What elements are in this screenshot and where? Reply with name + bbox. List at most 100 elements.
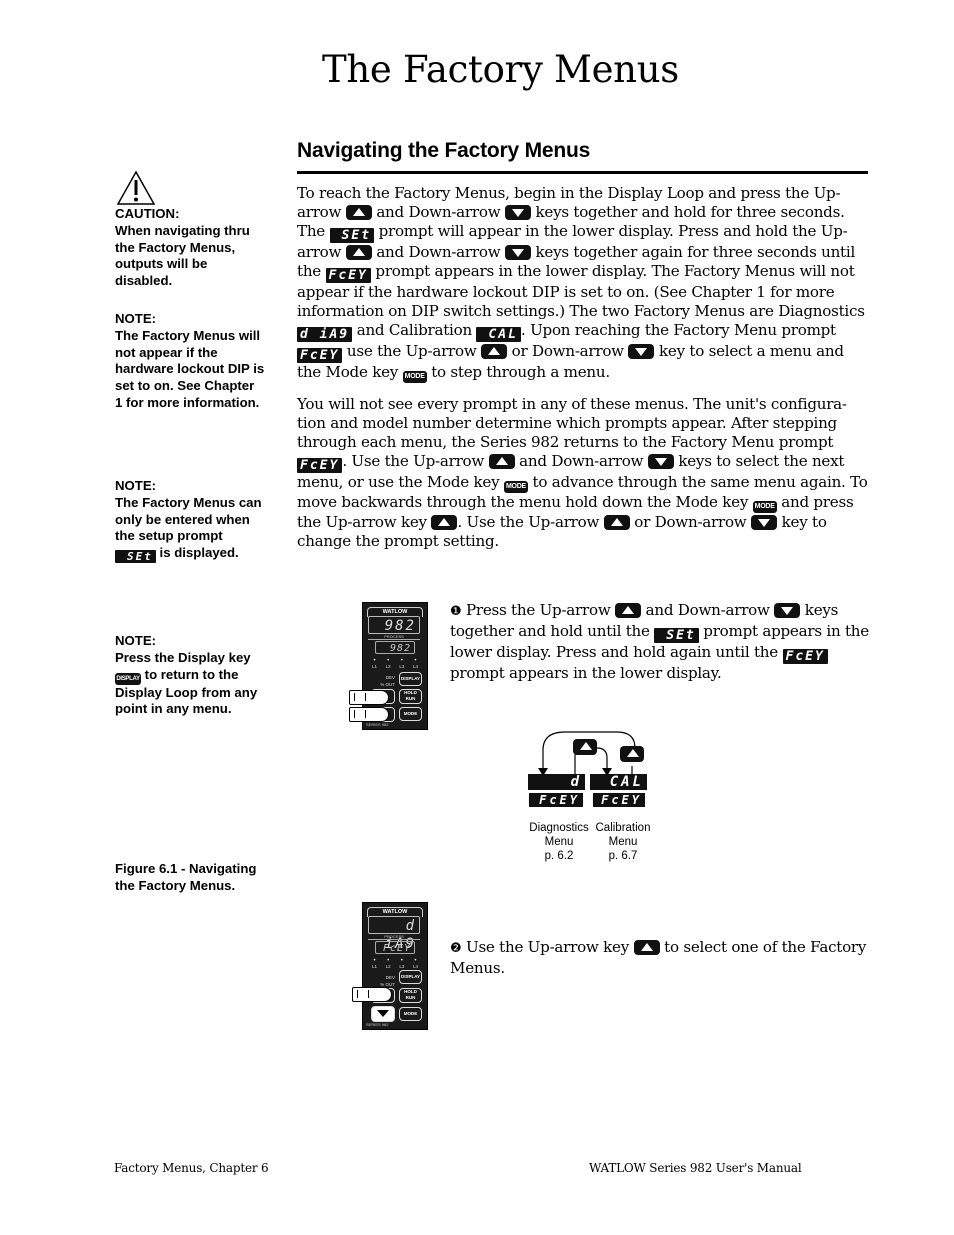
hold-run-button: HOLD RUN xyxy=(399,988,422,1003)
diag-lower-lcd: FcEY xyxy=(529,793,583,807)
display-button: DISPLAY xyxy=(399,672,422,686)
fcty-prompt-lcd: FcEY xyxy=(297,458,343,474)
cal-upper-lcd: CAL xyxy=(590,774,647,790)
down-arrow-key-icon xyxy=(774,603,801,618)
up-arrow-key-icon xyxy=(603,515,630,531)
out-label: % OUT xyxy=(380,682,395,687)
note-setup-prompt: NOTE: The Factory Menus can only be ente… xyxy=(115,478,265,564)
controller-illustration-step2: WATLOW d iA9 PROCESS FcEY L1 L2 L3 L4 DE… xyxy=(362,902,428,1030)
fcty-prompt-lcd: FcEY xyxy=(782,648,828,664)
up-arrow-key-icon xyxy=(431,515,458,531)
dev-label: DEV xyxy=(385,675,395,680)
label-line: Calibration xyxy=(595,822,651,834)
text: Use the Up-arrow key xyxy=(465,938,630,956)
led-l2: L2 xyxy=(386,959,391,969)
section-heading: Navigating the Factory Menus xyxy=(297,139,591,162)
down-arrow-key-icon xyxy=(751,515,778,531)
diag-upper-lcd: d iA9 xyxy=(528,774,585,806)
finger-pressing-up-icon xyxy=(352,987,392,1002)
display-key-icon: DISPLAY xyxy=(115,672,141,685)
led-l2: L2 xyxy=(386,659,391,669)
note-display-key: NOTE: Press the Display key DISPLAY to r… xyxy=(115,633,265,718)
run-label: RUN xyxy=(405,995,416,1000)
down-arrow-key-icon xyxy=(504,205,531,221)
led-l1: L1 xyxy=(372,659,377,669)
text: and Down-arrow xyxy=(519,452,644,471)
note-text-a: The Factory Menus can only be entered wh… xyxy=(115,494,262,544)
up-arrow-key-icon xyxy=(345,205,372,221)
up-arrow-key-icon xyxy=(620,746,644,762)
text: . Use the Up-arrow xyxy=(342,452,485,471)
up-arrow-key-icon xyxy=(345,245,372,261)
set-prompt-lcd: SEt xyxy=(654,627,699,643)
down-arrow-button xyxy=(371,1006,395,1022)
caution-block: CAUTION: When navigating thru the Factor… xyxy=(115,170,265,290)
mode-key-icon: MODE xyxy=(503,481,528,494)
set-prompt-lcd: SEt xyxy=(115,550,156,564)
cal-lower-lcd: FcEY xyxy=(593,793,645,807)
text: to step through a menu. xyxy=(431,363,610,382)
note-text: The Factory Menus will not appear if the… xyxy=(115,327,265,410)
text: Press the Up-arrow xyxy=(465,601,611,619)
display-button: DISPLAY xyxy=(399,970,422,984)
finger-pressing-up-icon xyxy=(349,690,389,705)
led-l3: L3 xyxy=(399,659,404,669)
text: prompt appears in the lower display. xyxy=(450,663,722,682)
text: prompt appears in the lower display. The… xyxy=(297,262,865,321)
up-arrow-key-icon xyxy=(488,454,515,470)
process-label: PROCESS xyxy=(368,934,420,940)
down-arrow-icon xyxy=(377,1010,389,1017)
fcty-prompt-lcd: FcEY xyxy=(297,348,343,364)
note-title: NOTE: xyxy=(115,633,157,648)
text: . Upon reaching the Factory Menu prompt xyxy=(520,321,836,340)
up-arrow-key-icon xyxy=(481,344,508,360)
label-line: Menu xyxy=(608,836,638,848)
up-arrow-key-icon xyxy=(633,940,660,955)
lower-display: FcEY xyxy=(375,941,415,954)
note-title: NOTE: xyxy=(115,478,157,493)
footer-chapter: Factory Menus, Chapter 6 xyxy=(114,1161,269,1175)
cal-prompt-lcd: CAL xyxy=(476,327,521,343)
lower-display: 982 xyxy=(375,641,415,654)
footer-manual-title: WATLOW Series 982 User's Manual xyxy=(589,1161,802,1175)
text: and Down-arrow xyxy=(645,601,770,619)
menus-paragraph: You will not see every prompt in any of … xyxy=(297,395,872,551)
label-line: Menu xyxy=(544,836,574,848)
text: or Down-arrow xyxy=(634,513,747,532)
text: and Down-arrow xyxy=(376,243,501,262)
note-text: The Factory Menus can only be entered wh… xyxy=(115,494,265,564)
series-label: SERIES 982 xyxy=(366,1022,389,1027)
down-arrow-key-icon xyxy=(504,245,531,261)
dev-out-labels: DEV % OUT xyxy=(373,974,395,988)
down-arrow-key-icon xyxy=(647,454,674,470)
text: and Down-arrow xyxy=(376,203,501,222)
label-line: Diagnostics xyxy=(529,822,589,834)
dev-label: DEV xyxy=(385,975,395,980)
mode-key-icon: MODE xyxy=(402,371,427,384)
mode-button: MODE xyxy=(399,707,422,721)
series-label: SERIES 982 xyxy=(366,722,389,727)
caution-title: CAUTION: xyxy=(115,206,180,221)
mode-key-icon: MODE xyxy=(752,501,777,514)
dev-out-labels: DEV % OUT xyxy=(373,674,395,688)
down-arrow-key-icon xyxy=(628,344,655,360)
text: You will not see every prompt in any of … xyxy=(297,395,847,452)
set-prompt-lcd: SEt xyxy=(329,228,375,244)
run-label: RUN xyxy=(405,696,416,701)
note-text-a: Press the Display key xyxy=(115,649,251,665)
finger-pressing-down-icon xyxy=(349,707,389,722)
caution-text: When navigating thru the Factory Menus, … xyxy=(115,222,250,289)
process-label: PROCESS xyxy=(368,634,420,640)
led-row: L1 L2 L3 L4 xyxy=(372,659,418,669)
note-title: NOTE: xyxy=(115,311,157,326)
text: or Down-arrow xyxy=(511,342,624,361)
intro-paragraph: To reach the Factory Menus, begin in the… xyxy=(297,184,872,384)
up-arrow-key-icon xyxy=(573,739,597,755)
hold-run-button: HOLD RUN xyxy=(399,689,422,704)
step1-instruction: ❶ Press the Up-arrow and Down-arrow keys… xyxy=(450,601,870,683)
led-row: L1 L2 L3 L4 xyxy=(372,959,418,969)
text: use the Up-arrow xyxy=(346,342,477,361)
text: . Use the Up-arrow xyxy=(457,513,600,532)
heading-rule xyxy=(297,171,868,174)
caution-triangle-icon xyxy=(116,170,156,205)
